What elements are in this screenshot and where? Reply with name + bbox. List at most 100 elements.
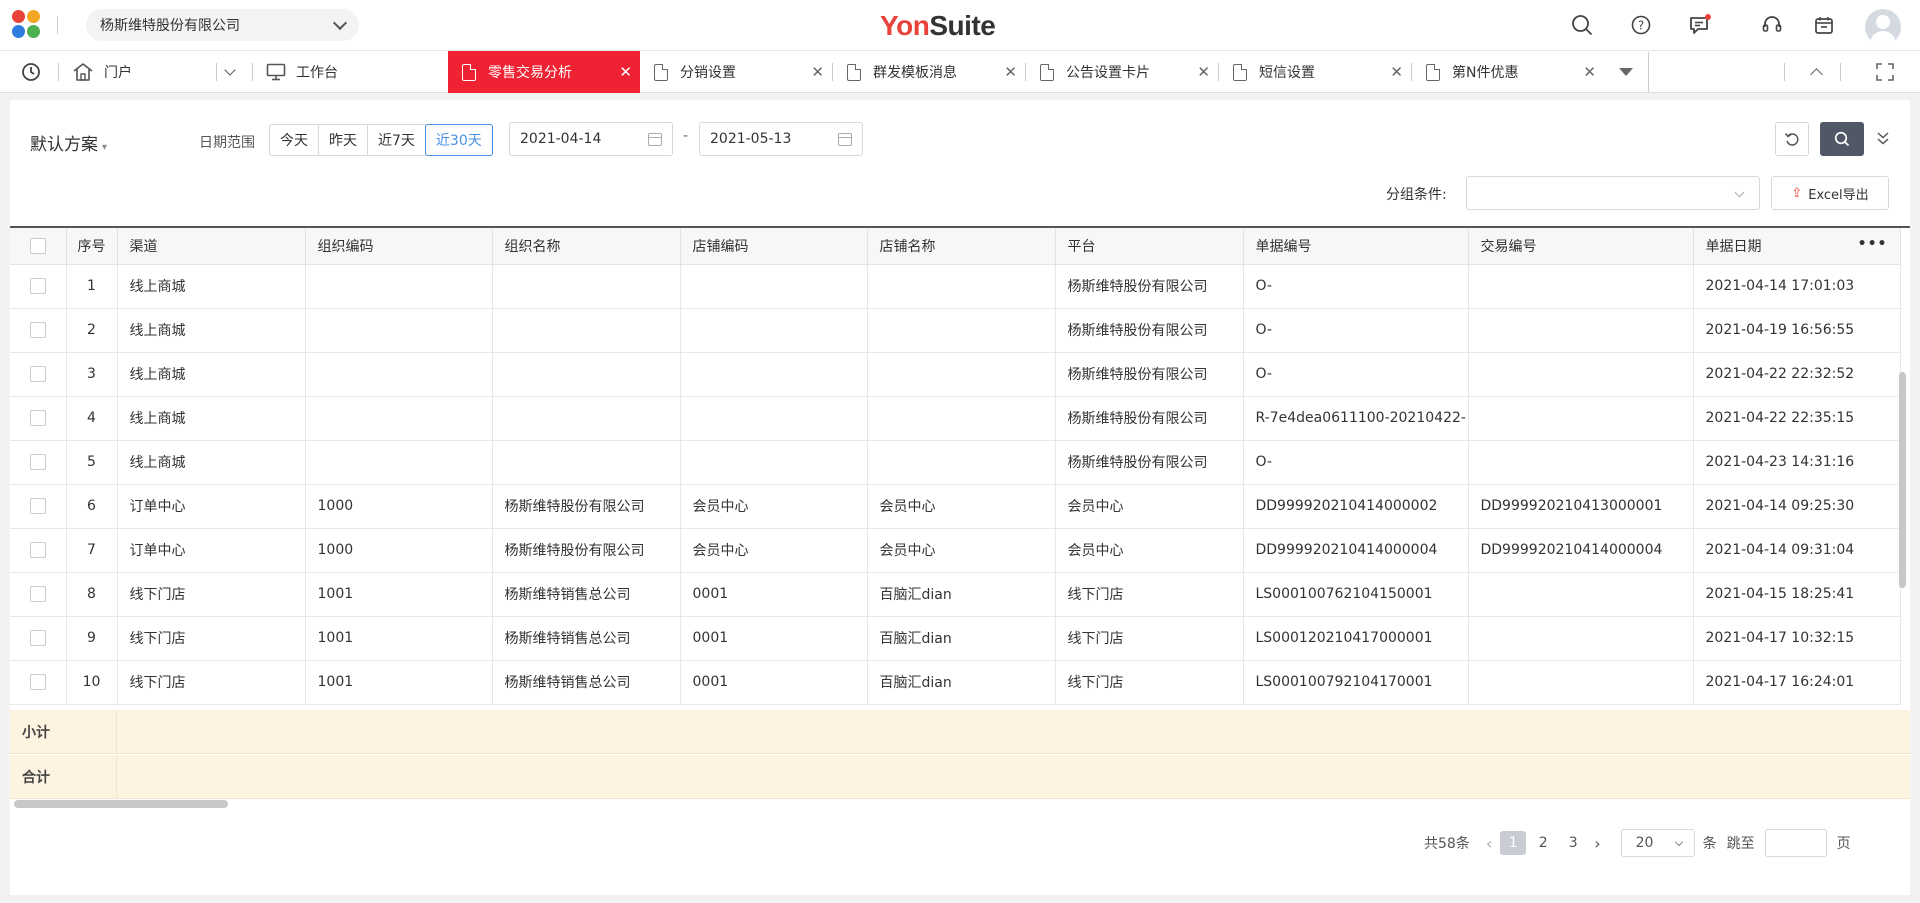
row-checkbox[interactable] xyxy=(10,616,67,661)
date-separator: - xyxy=(683,128,689,144)
jump-page-input[interactable] xyxy=(1764,829,1827,857)
close-icon[interactable]: ✕ xyxy=(1197,65,1210,80)
table-cell: 杨斯维特股份有限公司 xyxy=(1055,440,1244,485)
tab-portal[interactable]: 门户 xyxy=(72,51,222,93)
search-button[interactable] xyxy=(1820,122,1864,156)
tab-distribution-settings[interactable]: 分销设置 ✕ xyxy=(640,51,832,93)
app-logo-icon[interactable] xyxy=(12,10,46,40)
table-cell: 会员中心 xyxy=(867,528,1056,573)
excel-export-label: Excel导出 xyxy=(1808,187,1869,203)
page-button[interactable]: 3 xyxy=(1560,831,1586,855)
reset-button[interactable] xyxy=(1775,122,1809,156)
column-header[interactable]: 交易编号 xyxy=(1468,228,1694,265)
table-row[interactable]: 1 线上商城 杨斯维特股份有限公司 O- 2021-04-14 17:01:03 xyxy=(10,264,1901,309)
expand-filters-icon[interactable] xyxy=(1876,130,1890,150)
table-cell xyxy=(1468,440,1694,485)
horizontal-scrollbar[interactable] xyxy=(14,800,228,808)
row-checkbox[interactable] xyxy=(10,572,67,617)
table-row[interactable]: 5 线上商城 杨斯维特股份有限公司 O- 2021-04-23 14:31:16 xyxy=(10,440,1901,485)
history-icon[interactable] xyxy=(20,51,44,93)
range-30days-button[interactable]: 近30天 xyxy=(424,124,493,156)
scheme-selector[interactable]: 默认方案 ▾ xyxy=(30,130,107,155)
org-selector[interactable]: 杨斯维特股份有限公司 xyxy=(86,9,359,41)
table-row[interactable]: 10 线下门店 1001 杨斯维特销售总公司 0001 百脑汇dian 线下门店 LS0001… xyxy=(10,660,1901,705)
column-header[interactable]: 平台 xyxy=(1055,228,1244,265)
tab-label: 群发模板消息 xyxy=(873,65,957,81)
table-cell: 订单中心 xyxy=(117,528,306,573)
row-checkbox[interactable] xyxy=(10,308,67,353)
chevron-down-icon xyxy=(332,15,348,30)
tab-dropdown-icon[interactable] xyxy=(224,51,246,93)
row-checkbox[interactable] xyxy=(10,352,67,397)
tab-nth-item-discount[interactable]: 第N件优惠 ✕ xyxy=(1412,51,1604,93)
fullscreen-icon[interactable] xyxy=(1874,51,1896,93)
column-header[interactable]: 渠道 xyxy=(117,228,306,265)
headset-icon[interactable] xyxy=(1760,13,1784,37)
table-row[interactable]: 3 线上商城 杨斯维特股份有限公司 O- 2021-04-22 22:32:52 xyxy=(10,352,1901,397)
table-cell: 会员中心 xyxy=(1055,528,1244,573)
row-checkbox[interactable] xyxy=(10,396,67,441)
tab-bulk-template-message[interactable]: 群发模板消息 ✕ xyxy=(833,51,1025,93)
table-cell: 2021-04-23 14:31:16 xyxy=(1693,440,1901,485)
row-checkbox[interactable] xyxy=(10,484,67,529)
select-all-checkbox[interactable] xyxy=(10,228,67,265)
table-row[interactable]: 7 订单中心 1000 杨斯维特股份有限公司 会员中心 会员中心 会员中心 DD9999202… xyxy=(10,528,1901,573)
close-icon[interactable]: ✕ xyxy=(1390,65,1403,80)
more-options-icon[interactable]: ••• xyxy=(1858,236,1888,252)
table-row[interactable]: 8 线下门店 1001 杨斯维特销售总公司 0001 百脑汇dian 线下门店 LS00010… xyxy=(10,572,1901,617)
table-cell: R-7e4dea0611100-20210422- xyxy=(1243,396,1469,441)
vertical-scrollbar[interactable] xyxy=(1899,372,1906,588)
column-header[interactable]: 组织名称 xyxy=(492,228,681,265)
close-icon[interactable]: ✕ xyxy=(811,65,824,80)
column-header[interactable]: 店铺名称 xyxy=(867,228,1056,265)
page-size-select[interactable]: 20 xyxy=(1620,829,1695,857)
excel-export-button[interactable]: ⇪ Excel导出 xyxy=(1771,176,1889,210)
table-cell xyxy=(305,396,493,441)
monitor-icon xyxy=(266,63,286,81)
tab-announcement-card[interactable]: 公告设置卡片 ✕ xyxy=(1026,51,1218,93)
user-avatar[interactable] xyxy=(1865,9,1901,45)
caret-down-icon[interactable] xyxy=(1614,51,1638,93)
end-date-input[interactable]: 2021-05-13 xyxy=(699,122,863,156)
help-icon[interactable]: ? xyxy=(1629,13,1653,37)
table-row[interactable]: 9 线下门店 1001 杨斯维特销售总公司 0001 百脑汇dian 线下门店 LS00012… xyxy=(10,616,1901,661)
column-header[interactable]: 单据日期 ••• xyxy=(1693,228,1901,265)
close-icon[interactable]: ✕ xyxy=(1583,65,1596,80)
column-header[interactable]: 单据编号 xyxy=(1243,228,1469,265)
table-row[interactable]: 4 线上商城 杨斯维特股份有限公司 R-7e4dea0611100-20210422-… xyxy=(10,396,1901,441)
column-header[interactable]: 序号 xyxy=(66,228,118,265)
column-header[interactable]: 组织编码 xyxy=(305,228,493,265)
column-header[interactable]: 店铺编码 xyxy=(680,228,868,265)
start-date-input[interactable]: 2021-04-14 xyxy=(509,122,673,156)
row-checkbox[interactable] xyxy=(10,528,67,573)
table-row[interactable]: 6 订单中心 1000 杨斯维特股份有限公司 会员中心 会员中心 会员中心 DD9999202… xyxy=(10,484,1901,529)
group-by-select[interactable] xyxy=(1466,176,1760,210)
table-cell xyxy=(305,264,493,309)
close-icon[interactable]: ✕ xyxy=(1004,65,1017,80)
message-icon[interactable] xyxy=(1688,13,1712,37)
calendar-icon[interactable] xyxy=(1812,13,1836,37)
range-yesterday-button[interactable]: 昨天 xyxy=(318,124,368,156)
range-7days-button[interactable]: 近7天 xyxy=(367,124,426,156)
table-cell: 1000 xyxy=(305,484,493,529)
table-cell xyxy=(1468,396,1694,441)
row-checkbox[interactable] xyxy=(10,440,67,485)
range-today-button[interactable]: 今天 xyxy=(269,124,319,156)
table-cell: 线下门店 xyxy=(1055,572,1244,617)
tab-workbench[interactable]: 工作台 xyxy=(266,51,446,93)
page-button[interactable]: 1 xyxy=(1500,831,1527,855)
close-icon[interactable]: ✕ xyxy=(619,65,632,80)
table-cell: 2021-04-14 09:25:30 xyxy=(1693,484,1901,529)
search-icon[interactable] xyxy=(1570,13,1594,37)
table-cell: 杨斯维特销售总公司 xyxy=(492,572,681,617)
table-cell xyxy=(867,352,1056,397)
row-checkbox[interactable] xyxy=(10,264,67,309)
chevron-left-icon[interactable]: ‹ xyxy=(1486,834,1492,853)
tab-sms-settings[interactable]: 短信设置 ✕ xyxy=(1219,51,1411,93)
chevron-right-icon[interactable]: › xyxy=(1594,834,1600,853)
page-button[interactable]: 2 xyxy=(1530,831,1556,855)
row-checkbox[interactable] xyxy=(10,660,67,705)
table-row[interactable]: 2 线上商城 杨斯维特股份有限公司 O- 2021-04-19 16:56:55 xyxy=(10,308,1901,353)
tab-retail-analysis[interactable]: 零售交易分析 ✕ xyxy=(448,51,640,93)
chevron-up-icon[interactable] xyxy=(1806,51,1826,93)
